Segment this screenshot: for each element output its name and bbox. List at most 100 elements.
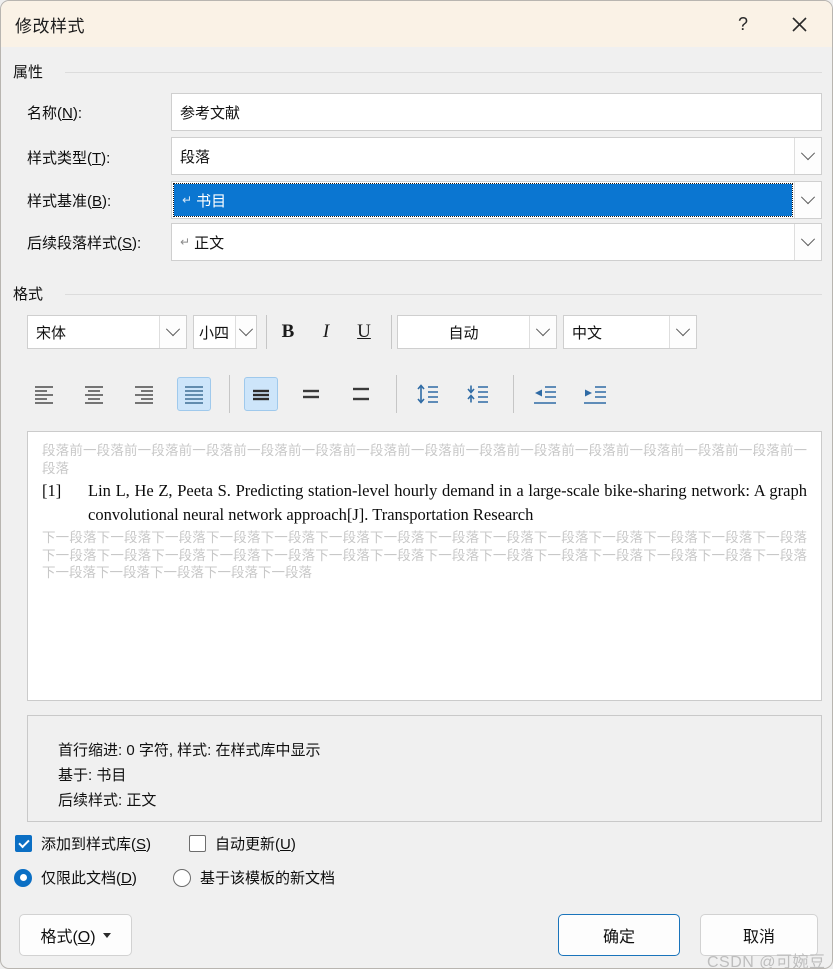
only-this-document-accel: D xyxy=(121,870,132,887)
next-style-combobox[interactable]: ↵ 正文 xyxy=(171,223,822,261)
only-this-document-label: 仅限此文档(D) xyxy=(41,867,137,888)
radio-selected-icon xyxy=(14,868,32,887)
help-icon[interactable]: ? xyxy=(722,7,764,41)
chevron-down-icon[interactable] xyxy=(794,182,821,218)
only-this-document-label-pre: 仅限此文档( xyxy=(41,870,121,887)
underline-label: U xyxy=(357,321,371,342)
help-icon-glyph: ? xyxy=(737,13,748,34)
new-documents-from-template-radio[interactable]: 基于该模板的新文档 xyxy=(173,867,335,888)
increase-indent-icon[interactable] xyxy=(578,377,612,411)
add-to-gallery-label: 添加到样式库(S) xyxy=(41,833,151,854)
chevron-down-icon[interactable] xyxy=(794,138,821,174)
chevron-down-icon[interactable] xyxy=(529,316,556,348)
dialog-title: 修改样式 xyxy=(15,17,85,36)
decrease-paragraph-spacing-icon[interactable] xyxy=(461,377,495,411)
style-based-on-label-post: ): xyxy=(102,193,112,210)
auto-update-checkbox[interactable]: 自动更新(U) xyxy=(189,833,296,854)
format-button-label-pre: 格式( xyxy=(40,929,78,946)
next-style-value-text: 正文 xyxy=(194,234,225,252)
chevron-down-icon[interactable] xyxy=(159,316,186,348)
language-combobox[interactable]: 中文 xyxy=(563,315,697,349)
align-center-icon[interactable] xyxy=(77,377,111,411)
style-based-on-label-accel: B xyxy=(92,193,103,210)
auto-update-accel: U xyxy=(280,836,291,853)
next-style-label: 后续段落样式(S): xyxy=(27,232,141,253)
style-type-value: 段落 xyxy=(180,148,211,166)
underline-button[interactable]: U xyxy=(347,315,381,349)
new-documents-from-template-label: 基于该模板的新文档 xyxy=(200,870,336,887)
chevron-down-icon[interactable] xyxy=(669,316,696,348)
preview-sample-text: Lin L, He Z, Peeta S. Predicting station… xyxy=(88,481,807,524)
description-line-2: 基于: 书目 xyxy=(58,767,127,784)
line-spacing-double-icon[interactable] xyxy=(344,377,378,411)
dialog-titlebar[interactable]: 修改样式 ? xyxy=(1,1,832,47)
align-justify-icon[interactable] xyxy=(177,377,211,411)
screenshot-root: 修改样式 ? 属性 名称(N): 参考文献 样式类型(T): 段落 样式基准(B… xyxy=(0,0,833,969)
line-spacing-single-icon[interactable] xyxy=(244,377,278,411)
name-label-pre: 名称( xyxy=(27,105,62,122)
checkbox-unchecked-icon xyxy=(189,835,206,852)
auto-update-label: 自动更新(U) xyxy=(215,833,296,854)
format-group-rule xyxy=(65,294,822,295)
pilcrow-icon: ↵ xyxy=(182,193,193,207)
radio-unselected-icon xyxy=(173,868,191,887)
close-icon[interactable] xyxy=(778,7,820,41)
only-this-document-radio[interactable]: 仅限此文档(D) xyxy=(14,867,137,888)
ok-button[interactable]: 确定 xyxy=(558,914,680,956)
preview-sample-marker: [1] xyxy=(42,481,62,500)
add-to-gallery-label-pre: 添加到样式库( xyxy=(41,836,136,853)
checkbox-checked-icon xyxy=(15,835,32,852)
increase-paragraph-spacing-icon[interactable] xyxy=(411,377,445,411)
align-right-icon[interactable] xyxy=(127,377,161,411)
chevron-down-icon[interactable] xyxy=(235,316,256,348)
name-label: 名称(N): xyxy=(27,102,82,123)
name-label-post: ): xyxy=(72,105,83,122)
style-type-label-accel: T xyxy=(92,150,102,167)
caret-down-icon xyxy=(102,932,111,938)
cancel-button-label: 取消 xyxy=(742,929,775,946)
modify-style-dialog: 修改样式 ? 属性 名称(N): 参考文献 样式类型(T): 段落 样式基准(B… xyxy=(0,0,833,969)
style-type-label: 样式类型(T): xyxy=(27,147,110,168)
preview-ghost-after: 下一段落下一段落下一段落下一段落下一段落下一段落下一段落下一段落下一段落下一段落… xyxy=(42,530,807,580)
font-family-combobox[interactable]: 宋体 xyxy=(27,315,187,349)
language-value: 中文 xyxy=(572,324,603,342)
cancel-button[interactable]: 取消 xyxy=(700,914,818,956)
name-label-accel: N xyxy=(62,105,73,122)
italic-button[interactable]: I xyxy=(309,315,343,349)
chevron-down-icon[interactable] xyxy=(794,224,821,260)
font-size-combobox[interactable]: 小四 xyxy=(193,315,257,349)
next-style-label-pre: 后续段落样式( xyxy=(27,235,122,252)
add-to-gallery-label-post: ) xyxy=(146,836,152,853)
style-based-on-value-text: 书目 xyxy=(196,192,227,210)
description-line-3: 后续样式: 正文 xyxy=(58,792,157,809)
align-left-icon[interactable] xyxy=(27,377,61,411)
only-this-document-label-post: ) xyxy=(131,870,137,887)
font-size-value: 小四 xyxy=(199,324,230,342)
description-line-1: 首行缩进: 0 字符, 样式: 在样式库中显示 xyxy=(58,742,321,759)
format-group-label: 格式 xyxy=(13,283,51,304)
font-color-combobox[interactable]: 自动 xyxy=(397,315,557,349)
next-style-label-accel: S xyxy=(122,235,133,252)
name-input-value: 参考文献 xyxy=(180,104,241,122)
style-type-combobox[interactable]: 段落 xyxy=(171,137,822,175)
preview-sample-paragraph: [1] Lin L, He Z, Peeta S. Predicting stat… xyxy=(42,479,807,527)
format-button[interactable]: 格式(O) xyxy=(19,914,132,956)
style-based-on-label: 样式基准(B): xyxy=(27,190,111,211)
style-description-box: 首行缩进: 0 字符, 样式: 在样式库中显示 基于: 书目 后续样式: 正文 xyxy=(27,715,822,822)
bold-button[interactable]: B xyxy=(271,315,305,349)
style-based-on-label-pre: 样式基准( xyxy=(27,193,92,210)
next-style-value: ↵ 正文 xyxy=(172,224,794,260)
toolbar-separator xyxy=(396,375,397,413)
decrease-indent-icon[interactable] xyxy=(528,377,562,411)
style-based-on-combobox[interactable]: ↵ 书目 xyxy=(171,181,822,219)
auto-update-label-pre: 自动更新( xyxy=(215,836,280,853)
toolbar-separator xyxy=(391,315,392,349)
bold-label: B xyxy=(281,321,295,342)
name-input[interactable]: 参考文献 xyxy=(171,93,822,131)
format-button-label-post: ) xyxy=(90,929,96,946)
line-spacing-1-5-icon[interactable] xyxy=(294,377,328,411)
font-color-value: 自动 xyxy=(448,324,479,342)
ok-button-label: 确定 xyxy=(602,929,635,946)
next-style-label-post: ): xyxy=(132,235,142,252)
add-to-gallery-checkbox[interactable]: 添加到样式库(S) xyxy=(15,833,151,854)
